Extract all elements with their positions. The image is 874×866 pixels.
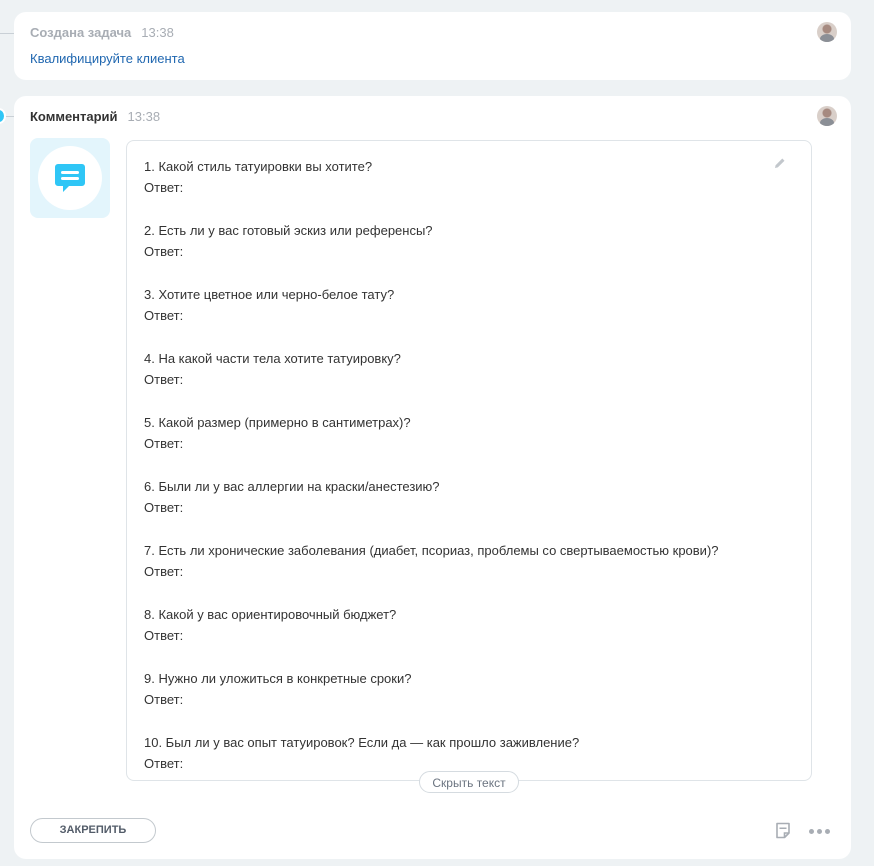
answer-label: Ответ: bbox=[144, 308, 184, 323]
question-text: 6. Были ли у вас аллергии на краски/анес… bbox=[144, 479, 440, 494]
task-title: Создана задача bbox=[30, 25, 132, 40]
question-text: 3. Хотите цветное или черно-белое тату? bbox=[144, 287, 395, 302]
pin-button[interactable]: ЗАКРЕПИТЬ bbox=[30, 818, 156, 843]
comment-title: Комментарий bbox=[30, 109, 118, 124]
question-item: 2. Есть ли у вас готовый эскиз или рефер… bbox=[144, 220, 719, 284]
answer-label: Ответ: bbox=[144, 180, 184, 195]
answer-label: Ответ: bbox=[144, 244, 184, 259]
user-avatar[interactable] bbox=[817, 106, 837, 126]
question-text: 5. Какой размер (примерно в сантиметрах)… bbox=[144, 415, 411, 430]
timeline bbox=[0, 0, 14, 866]
answer-label: Ответ: bbox=[144, 372, 184, 387]
question-text: 4. На какой части тела хотите татуировку… bbox=[144, 351, 401, 366]
comment-card: Комментарий 13:38 1. Какой стиль татуиро… bbox=[14, 96, 851, 859]
question-item: 8. Какой у вас ориентировочный бюджет? От… bbox=[144, 604, 719, 668]
question-item: 4. На какой части тела хотите татуировку… bbox=[144, 348, 719, 412]
answer-label: Ответ: bbox=[144, 436, 184, 451]
answer-label: Ответ: bbox=[144, 500, 184, 515]
comment-icon-circle bbox=[38, 146, 102, 210]
question-item: 1. Какой стиль татуировки вы хотите? Отве… bbox=[144, 156, 719, 220]
hide-text-button[interactable]: Скрыть текст bbox=[419, 771, 519, 793]
task-time: 13:38 bbox=[141, 25, 174, 40]
answer-label: Ответ: bbox=[144, 564, 184, 579]
comment-bubble-icon bbox=[55, 164, 85, 192]
user-avatar[interactable] bbox=[817, 22, 837, 42]
question-text: 9. Нужно ли уложиться в конкретные сроки… bbox=[144, 671, 412, 686]
question-item: 3. Хотите цветное или черно-белое тату? О… bbox=[144, 284, 719, 348]
answer-label: Ответ: bbox=[144, 628, 184, 643]
task-card: Создана задача 13:38 Квалифицируйте клие… bbox=[14, 12, 851, 80]
comment-text-box: 1. Какой стиль татуировки вы хотите? Отве… bbox=[126, 140, 812, 781]
question-text: 2. Есть ли у вас готовый эскиз или рефер… bbox=[144, 223, 433, 238]
task-header: Создана задача 13:38 bbox=[30, 25, 174, 40]
comment-header: Комментарий 13:38 bbox=[30, 109, 160, 124]
task-link[interactable]: Квалифицируйте клиента bbox=[30, 51, 185, 66]
edit-pencil-icon[interactable] bbox=[774, 156, 786, 174]
question-text: 8. Какой у вас ориентировочный бюджет? bbox=[144, 607, 397, 622]
comment-time: 13:38 bbox=[127, 109, 161, 124]
question-item: 9. Нужно ли уложиться в конкретные сроки… bbox=[144, 668, 719, 732]
question-text: 10. Был ли у вас опыт татуировок? Если д… bbox=[144, 735, 580, 750]
timeline-dot bbox=[0, 108, 6, 124]
answer-label: Ответ: bbox=[144, 692, 184, 707]
timeline-connector bbox=[0, 33, 14, 34]
question-text: 7. Есть ли хронические заболевания (диаб… bbox=[144, 543, 719, 558]
note-icon[interactable] bbox=[775, 822, 791, 844]
question-item: 5. Какой размер (примерно в сантиметрах)… bbox=[144, 412, 719, 476]
more-dots-icon[interactable] bbox=[809, 829, 830, 834]
question-item: 6. Были ли у вас аллергии на краски/анес… bbox=[144, 476, 719, 540]
comment-type-badge bbox=[30, 138, 110, 218]
question-item: 7. Есть ли хронические заболевания (диаб… bbox=[144, 540, 719, 604]
comment-text: 1. Какой стиль татуировки вы хотите? Отве… bbox=[144, 156, 719, 796]
question-text: 1. Какой стиль татуировки вы хотите? bbox=[144, 159, 373, 174]
